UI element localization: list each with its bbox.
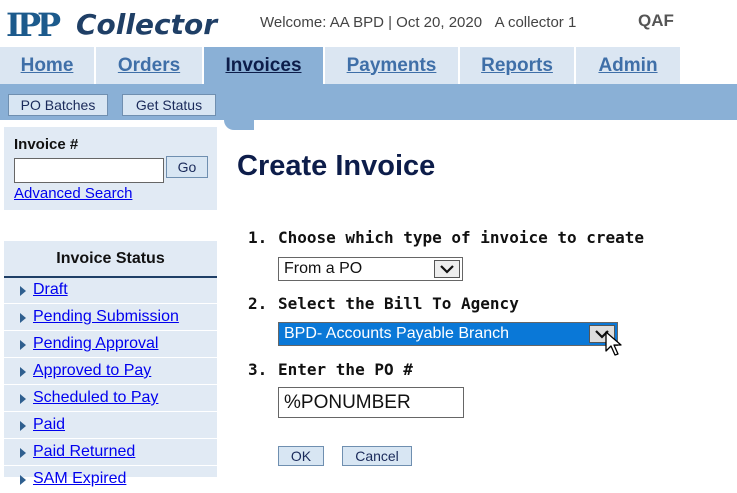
welcome-user-date: Welcome: AA BPD | Oct 20, 2020 bbox=[260, 14, 483, 31]
app-logo: IPP Collector bbox=[4, 4, 224, 44]
sub-toolbar: PO Batches Get Status bbox=[0, 84, 737, 120]
status-item-label[interactable]: Paid Returned bbox=[33, 443, 135, 461]
status-item-draft[interactable]: Draft bbox=[4, 278, 217, 304]
caret-right-icon bbox=[20, 367, 26, 377]
welcome-text: Welcome: AA BPD | Oct 20, 2020 A collect… bbox=[260, 14, 576, 31]
bill-to-agency-value: BPD- Accounts Payable Branch bbox=[284, 325, 510, 342]
caret-right-icon bbox=[20, 448, 26, 458]
status-item-label[interactable]: Pending Submission bbox=[33, 308, 179, 326]
invoice-status-title: Invoice Status bbox=[56, 250, 165, 267]
advanced-search-link[interactable]: Advanced Search bbox=[14, 185, 132, 202]
po-batches-button[interactable]: PO Batches bbox=[8, 94, 108, 116]
po-number-input[interactable]: %PONUMBER bbox=[278, 387, 464, 418]
get-status-button[interactable]: Get Status bbox=[122, 94, 216, 116]
content-corner bbox=[224, 120, 254, 130]
status-item-label[interactable]: Draft bbox=[33, 281, 68, 299]
invoice-number-input[interactable] bbox=[14, 158, 164, 183]
status-item-pending-approval[interactable]: Pending Approval bbox=[4, 332, 217, 358]
step-text: Enter the PO # bbox=[278, 360, 413, 379]
main-nav: Home Orders Invoices Payments Reports Ad… bbox=[0, 47, 680, 84]
mouse-pointer-icon bbox=[605, 331, 622, 356]
logo-mark: IPP bbox=[6, 6, 61, 44]
invoice-type-value: From a PO bbox=[284, 260, 363, 277]
step-text: Select the Bill To Agency bbox=[278, 294, 519, 313]
bill-to-agency-select[interactable]: BPD- Accounts Payable Branch bbox=[278, 322, 618, 346]
caret-right-icon bbox=[20, 340, 26, 350]
status-item-sam-expired[interactable]: SAM Expired bbox=[4, 467, 217, 493]
tab-payments[interactable]: Payments bbox=[325, 47, 460, 84]
step-number: 2. bbox=[248, 294, 268, 313]
tab-reports[interactable]: Reports bbox=[460, 47, 576, 84]
ok-button[interactable]: OK bbox=[278, 446, 324, 466]
caret-right-icon bbox=[20, 313, 26, 323]
step-number: 1. bbox=[248, 228, 268, 247]
go-button[interactable]: Go bbox=[166, 156, 208, 178]
step-3-label: 3. Enter the PO # bbox=[248, 360, 413, 379]
user-role: A collector 1 bbox=[494, 14, 577, 31]
tab-orders[interactable]: Orders bbox=[96, 47, 204, 84]
status-item-approved-to-pay[interactable]: Approved to Pay bbox=[4, 359, 217, 385]
status-item-label[interactable]: SAM Expired bbox=[33, 470, 126, 488]
caret-right-icon bbox=[20, 394, 26, 404]
logo-text: Collector bbox=[76, 8, 217, 41]
environment-label: QAF bbox=[638, 11, 674, 30]
tab-admin[interactable]: Admin bbox=[576, 47, 680, 84]
status-item-paid-returned[interactable]: Paid Returned bbox=[4, 440, 217, 466]
tab-home[interactable]: Home bbox=[0, 47, 96, 84]
status-item-label[interactable]: Pending Approval bbox=[33, 335, 158, 353]
status-item-label[interactable]: Scheduled to Pay bbox=[33, 389, 158, 407]
status-item-label[interactable]: Approved to Pay bbox=[33, 362, 151, 380]
status-item-pending-submission[interactable]: Pending Submission bbox=[4, 305, 217, 331]
step-text: Choose which type of invoice to create bbox=[278, 228, 645, 247]
caret-right-icon bbox=[20, 421, 26, 431]
cancel-button[interactable]: Cancel bbox=[342, 446, 412, 466]
page-title: Create Invoice bbox=[237, 150, 436, 182]
status-item-label[interactable]: Paid bbox=[33, 416, 65, 434]
invoice-type-select[interactable]: From a PO bbox=[278, 257, 463, 281]
chevron-down-icon[interactable] bbox=[434, 260, 460, 278]
step-number: 3. bbox=[248, 360, 268, 379]
tab-invoices[interactable]: Invoices bbox=[204, 47, 325, 84]
status-item-scheduled-to-pay[interactable]: Scheduled to Pay bbox=[4, 386, 217, 412]
step-1-label: 1. Choose which type of invoice to create bbox=[248, 228, 644, 247]
step-2-label: 2. Select the Bill To Agency bbox=[248, 294, 519, 313]
po-number-value: %PONUMBER bbox=[284, 392, 411, 413]
status-item-paid[interactable]: Paid bbox=[4, 413, 217, 439]
caret-right-icon bbox=[20, 286, 26, 296]
invoice-number-label: Invoice # bbox=[14, 136, 79, 153]
